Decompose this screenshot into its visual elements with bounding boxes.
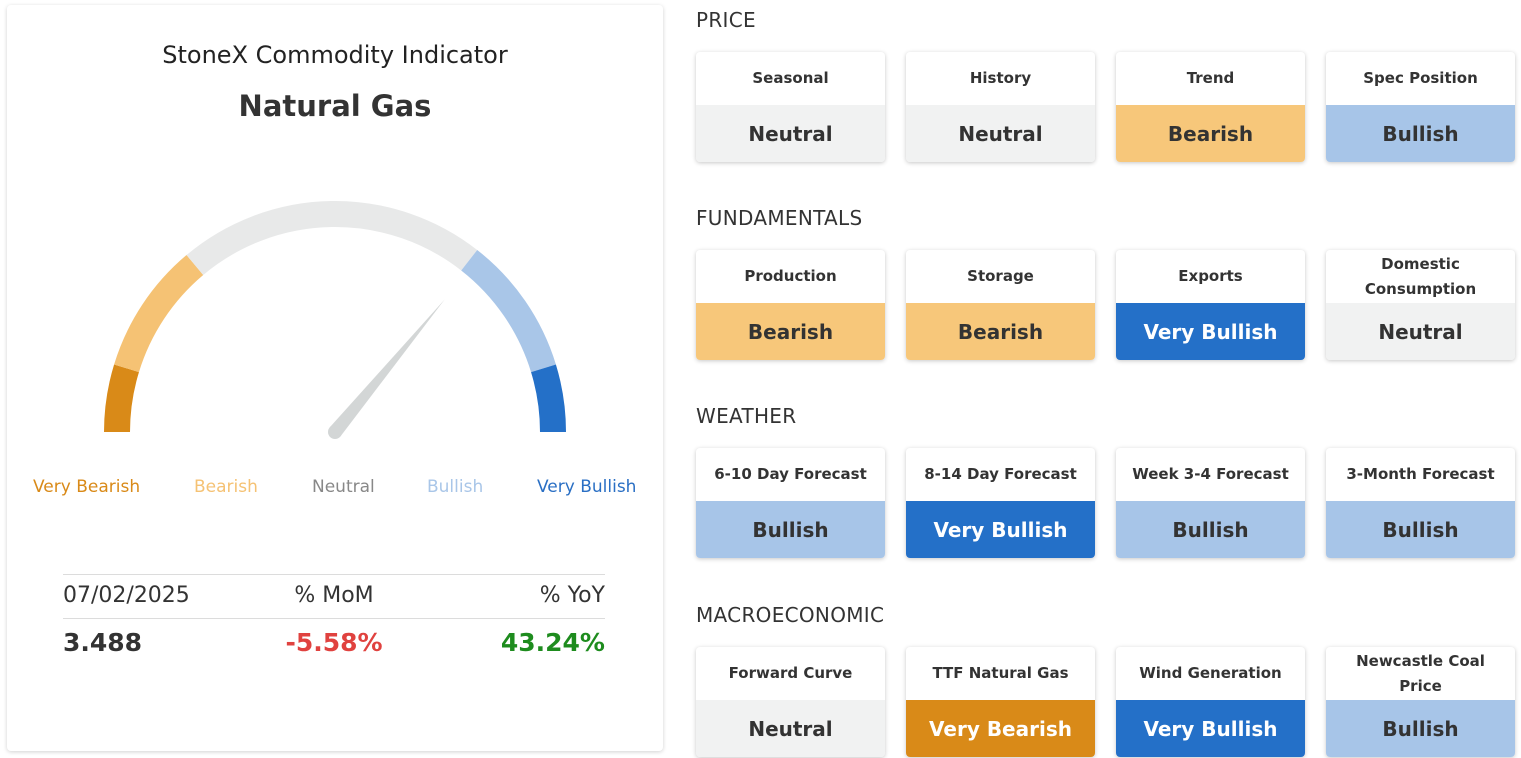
indicator-rating: Bearish: [696, 303, 885, 360]
indicator-label: Seasonal: [752, 69, 829, 87]
gauge-segment-bearish: [114, 255, 204, 373]
indicator-rating: Neutral: [696, 700, 885, 757]
stats-yoy-label: % YoY: [539, 583, 605, 608]
stats-mom-label: % MoM: [294, 583, 374, 608]
indicator-label: Trend: [1186, 69, 1235, 87]
gauge-needle-pointer: [329, 299, 445, 437]
indicator-card-newcastle-coal-price[interactable]: Newcastle Coal Price Bullish: [1326, 647, 1515, 757]
indicator-label: Production: [744, 267, 837, 285]
gauge-segment-very-bullish: [530, 364, 566, 433]
stats-yoy-value: 43.24%: [500, 628, 605, 657]
indicator-rating: Neutral: [906, 105, 1095, 162]
scale-label-very-bearish: Very Bearish: [33, 477, 141, 497]
scale-label-bullish: Bullish: [427, 477, 484, 497]
indicator-rating: Very Bearish: [906, 700, 1095, 757]
indicator-card-forward-curve[interactable]: Forward Curve Neutral: [696, 647, 885, 757]
stats-top-rule: [63, 574, 605, 575]
scale-label-bearish: Bearish: [194, 477, 258, 497]
indicator-card-ttf-natural-gas[interactable]: TTF Natural Gas Very Bearish: [906, 647, 1095, 757]
indicator-gauge-card: StoneX Commodity Indicator Natural Gas V…: [7, 5, 663, 751]
indicator-card-8-14-day-forecast[interactable]: 8-14 Day Forecast Very Bullish: [906, 448, 1095, 558]
indicator-card-week-3-4-forecast[interactable]: Week 3-4 Forecast Bullish: [1116, 448, 1305, 558]
section-title-macroeconomic: MACROECONOMIC: [696, 603, 885, 627]
indicator-card-wind-generation[interactable]: Wind Generation Very Bullish: [1116, 647, 1305, 757]
indicator-card-3-month-forecast[interactable]: 3-Month Forecast Bullish: [1326, 448, 1515, 558]
indicator-card-6-10-day-forecast[interactable]: 6-10 Day Forecast Bullish: [696, 448, 885, 558]
gauge-needle: [328, 299, 445, 439]
indicator-label: Domestic Consumption: [1364, 254, 1477, 298]
indicator-label: Wind Generation: [1139, 664, 1282, 682]
stats-mom-value: -5.58%: [285, 628, 383, 657]
indicator-rating: Neutral: [696, 105, 885, 162]
indicator-label: Forward Curve: [728, 664, 853, 682]
sentiment-gauge: [104, 201, 566, 439]
indicator-rating: Bullish: [1326, 105, 1515, 162]
section-title-price: PRICE: [696, 8, 756, 32]
gauge-arcs: [104, 201, 566, 433]
indicator-card-production[interactable]: Production Bearish: [696, 250, 885, 360]
indicator-label: Storage: [967, 267, 1034, 285]
indicator-rating: Bearish: [906, 303, 1095, 360]
indicator-label: Week 3-4 Forecast: [1132, 465, 1289, 483]
indicator-card-domestic-consumption[interactable]: Domestic Consumption Neutral: [1326, 250, 1515, 360]
indicator-label: 8-14 Day Forecast: [924, 465, 1077, 483]
indicator-label: History: [969, 69, 1032, 87]
stats-value-row: 3.488 -5.58% 43.24%: [63, 628, 605, 657]
stats-date: 07/02/2025: [63, 583, 190, 608]
indicator-rating: Neutral: [1326, 303, 1515, 360]
indicator-rating: Bullish: [1116, 501, 1305, 558]
indicator-card-spec-position[interactable]: Spec Position Bullish: [1326, 52, 1515, 162]
stats-header-row: 07/02/2025 % MoM % YoY: [63, 583, 605, 608]
indicator-rating: Bullish: [1326, 501, 1515, 558]
section-title-fundamentals: FUNDAMENTALS: [696, 206, 863, 230]
indicator-rating: Very Bullish: [1116, 303, 1305, 360]
indicator-label: 6-10 Day Forecast: [714, 465, 867, 483]
indicator-label: Newcastle Coal Price: [1356, 651, 1485, 695]
gauge-segment-very-bearish: [104, 364, 140, 433]
gauge-needle-hub: [328, 425, 342, 439]
scale-label-neutral: Neutral: [312, 477, 375, 497]
indicator-card-trend[interactable]: Trend Bearish: [1116, 52, 1305, 162]
stats-price: 3.488: [63, 628, 143, 657]
gauge-segment-bullish: [461, 249, 556, 373]
indicator-rating: Very Bullish: [1116, 700, 1305, 757]
indicator-rating: Bullish: [1326, 700, 1515, 757]
section-title-weather: WEATHER: [696, 404, 797, 428]
indicator-rating: Bullish: [696, 501, 885, 558]
indicator-label: TTF Natural Gas: [932, 664, 1069, 682]
indicator-card-exports[interactable]: Exports Very Bullish: [1116, 250, 1305, 360]
gauge-segment-neutral: [186, 201, 478, 275]
indicator-rating: Very Bullish: [906, 501, 1095, 558]
scale-label-very-bullish: Very Bullish: [537, 477, 637, 497]
stats-mid-rule: [63, 618, 605, 619]
indicator-card-history[interactable]: History Neutral: [906, 52, 1095, 162]
indicator-card-storage[interactable]: Storage Bearish: [906, 250, 1095, 360]
indicator-label: Spec Position: [1363, 69, 1478, 87]
indicator-rating: Bearish: [1116, 105, 1305, 162]
indicator-label: Exports: [1178, 267, 1243, 285]
indicator-card-seasonal[interactable]: Seasonal Neutral: [696, 52, 885, 162]
indicator-label: 3-Month Forecast: [1346, 465, 1495, 483]
